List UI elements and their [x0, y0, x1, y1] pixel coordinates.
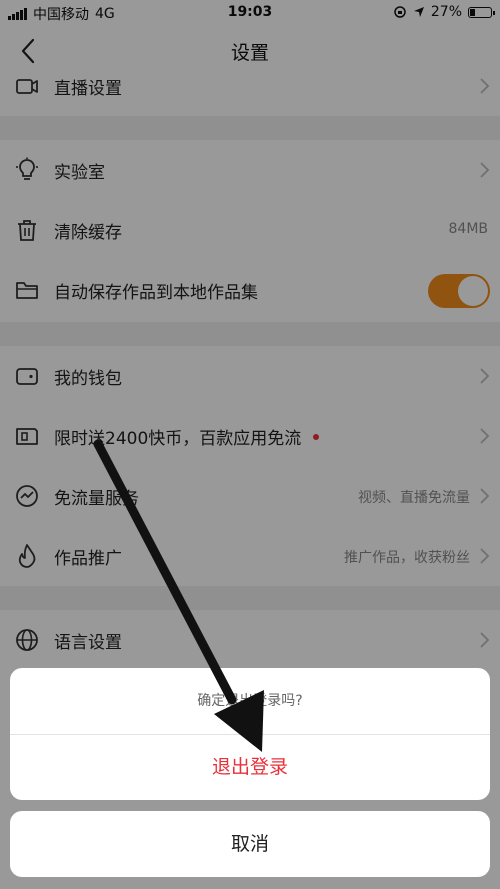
watermark-text: Bai 经验 — [376, 860, 440, 876]
logout-button[interactable]: 退出登录 — [10, 735, 490, 800]
logout-action-sheet: 确定退出登录吗? 退出登录 — [10, 668, 490, 800]
watermark: Bai 经验 — [376, 853, 486, 879]
confirm-question: 确定退出登录吗? — [197, 693, 303, 709]
